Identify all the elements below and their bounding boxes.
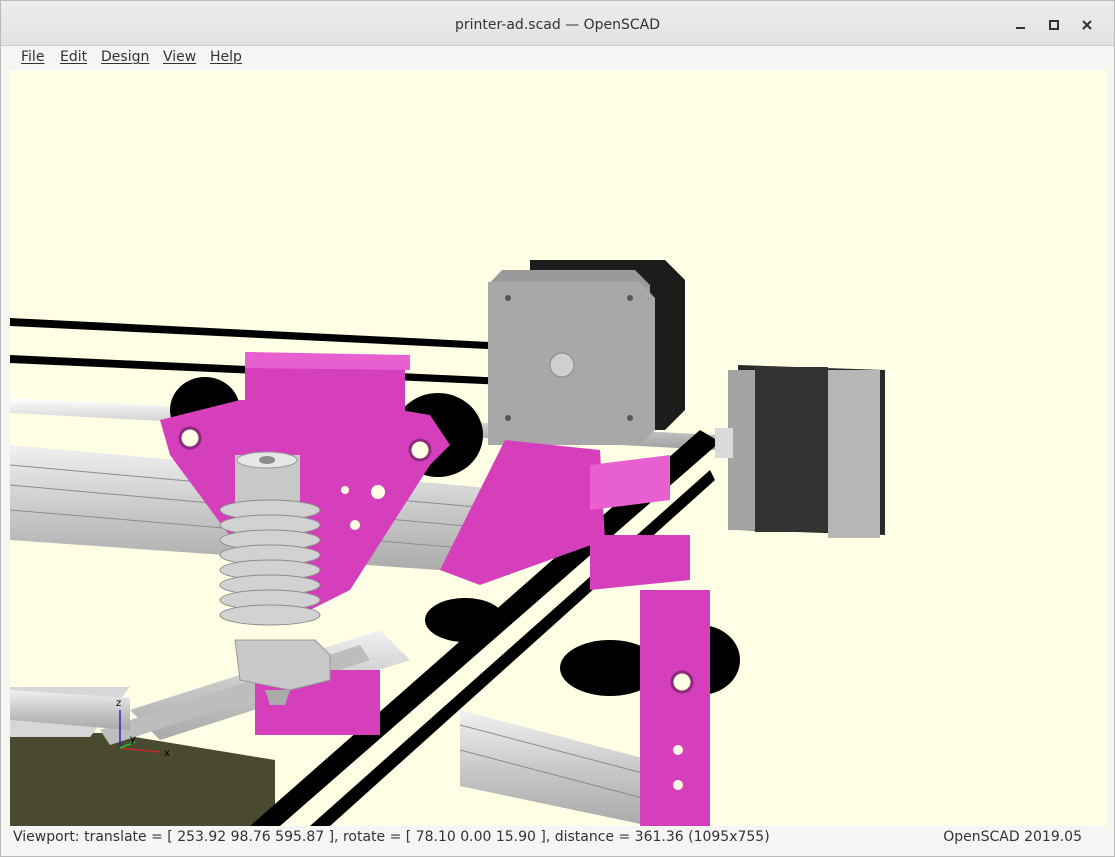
maximize-icon [1049, 20, 1059, 30]
minimize-button[interactable] [1009, 13, 1033, 37]
menu-edit[interactable]: Edit [60, 49, 87, 65]
close-button[interactable] [1075, 13, 1099, 37]
maximize-button[interactable] [1042, 13, 1066, 37]
model-render: z y x [10, 260, 885, 826]
close-icon [1082, 20, 1092, 30]
openscad-window: printer-ad.scad — OpenSCAD File Edit Des… [0, 0, 1115, 857]
minimize-icon [1016, 27, 1025, 29]
menu-bar: File Edit Design View Help [1, 46, 1114, 70]
viewport-status: Viewport: translate = [ 253.92 98.76 595… [13, 829, 770, 845]
version-label: OpenSCAD 2019.05 [943, 829, 1082, 845]
stepper-motor-right [715, 365, 885, 538]
menu-view[interactable]: View [163, 49, 196, 65]
3d-viewport[interactable]: z y x [10, 70, 1107, 826]
menu-design[interactable]: Design [101, 49, 149, 65]
axis-label-y: y [130, 734, 136, 745]
window-title: printer-ad.scad — OpenSCAD [454, 17, 661, 33]
axis-label-z: z [116, 698, 121, 709]
axis-label-x: x [164, 748, 170, 759]
status-bar: Viewport: translate = [ 253.92 98.76 595… [1, 826, 1114, 856]
menu-file[interactable]: File [21, 49, 44, 65]
menu-help[interactable]: Help [210, 49, 242, 65]
title-bar[interactable]: printer-ad.scad — OpenSCAD [1, 1, 1114, 46]
stepper-motor-top [488, 260, 685, 445]
